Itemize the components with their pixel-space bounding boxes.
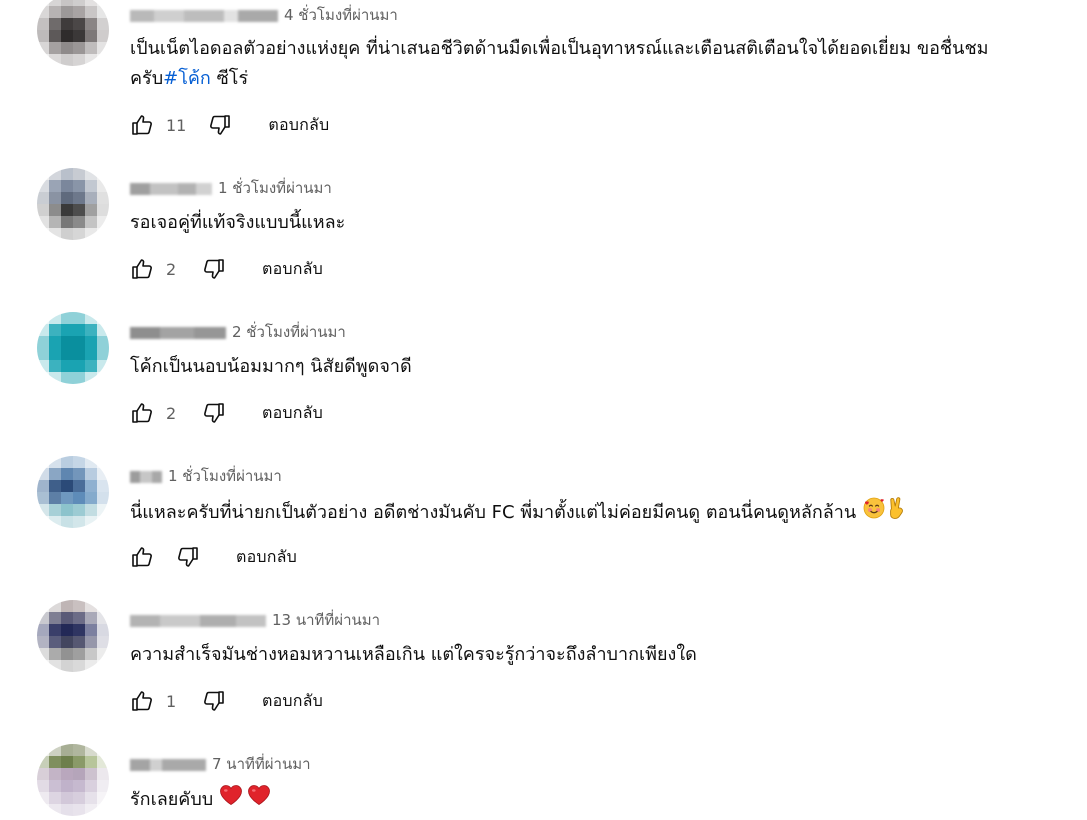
like-button[interactable] <box>130 257 154 281</box>
thumbs-up-icon <box>132 547 152 567</box>
thumbs-down-icon <box>210 115 231 135</box>
comment-actions: 2 ตอบกลับ <box>130 256 323 282</box>
comment-header: 1 ชั่วโมงที่ผ่านมา <box>130 177 332 199</box>
dislike-button[interactable] <box>202 401 226 425</box>
thumbs-down-icon <box>204 403 224 423</box>
thumbs-down-icon <box>204 259 224 279</box>
author-name[interactable] <box>130 9 278 22</box>
comment-timestamp[interactable]: 2 ชั่วโมงที่ผ่านมา <box>232 323 346 341</box>
like-button[interactable] <box>130 401 154 425</box>
avatar[interactable] <box>37 0 109 66</box>
comment-timestamp[interactable]: 4 ชั่วโมงที่ผ่านมา <box>284 6 398 24</box>
author-name[interactable] <box>130 470 162 483</box>
comment-body: รอเจอคู่ที่แท้จริงแบบนี้แหละ <box>130 212 346 233</box>
comment-timestamp[interactable]: 7 นาทีที่ผ่านมา <box>212 755 311 773</box>
comment-actions: 2 ตอบกลับ <box>130 400 323 426</box>
comment-actions: 1 ตอบกลับ <box>130 688 323 714</box>
reply-button[interactable]: ตอบกลับ <box>262 257 323 282</box>
comment-timestamp[interactable]: 1 ชั่วโมงที่ผ่านมา <box>168 467 282 485</box>
reply-button[interactable]: ตอบกลับ <box>236 545 297 570</box>
thumbs-up-icon <box>132 403 152 423</box>
red-heart-icon <box>219 784 243 816</box>
comment-body-end: ซีโร่ <box>210 68 249 89</box>
avatar[interactable] <box>37 456 109 528</box>
thumbs-up-icon <box>132 259 152 279</box>
comment-body: ความสำเร็จมันช่างหอมหวานเหลือเกิน แต่ใคร… <box>130 644 697 665</box>
comment-text: นี่แหละครับที่น่ายกเป็นตัวอย่าง อดีตช่าง… <box>130 496 1050 530</box>
comment-header: 4 ชั่วโมงที่ผ่านมา <box>130 4 398 26</box>
avatar[interactable] <box>37 744 109 816</box>
reply-button[interactable]: ตอบกลับ <box>268 113 329 138</box>
author-name[interactable] <box>130 326 226 339</box>
comment-header: 13 นาทีที่ผ่านมา <box>130 609 380 631</box>
author-name[interactable] <box>130 182 212 195</box>
comment-body: นี่แหละครับที่น่ายกเป็นตัวอย่าง อดีตช่าง… <box>130 502 862 523</box>
comment-header: 2 ชั่วโมงที่ผ่านมา <box>130 321 346 343</box>
reply-button[interactable]: ตอบกลับ <box>262 689 323 714</box>
avatar[interactable] <box>37 312 109 384</box>
avatar[interactable] <box>37 600 109 672</box>
like-count: 2 <box>166 259 177 279</box>
comment-header: 1 ชั่วโมงที่ผ่านมา <box>130 465 282 487</box>
avatar[interactable] <box>37 168 109 240</box>
like-button[interactable] <box>130 689 154 713</box>
thumbs-up-icon <box>132 115 152 135</box>
thumbs-down-icon <box>204 691 224 711</box>
author-name[interactable] <box>130 614 266 627</box>
like-button[interactable] <box>130 545 154 569</box>
comment-timestamp[interactable]: 13 นาทีที่ผ่านมา <box>272 611 380 629</box>
like-count: 2 <box>166 403 177 423</box>
comment-body: โค้กเป็นนอบน้อมมากๆ นิสัยดีพูดจาดี <box>130 356 412 377</box>
comment-text: รอเจอคู่ที่แท้จริงแบบนี้แหละ <box>130 208 1050 238</box>
reply-button[interactable]: ตอบกลับ <box>262 401 323 426</box>
hashtag-link[interactable]: #โค้ก <box>163 68 211 89</box>
thumbs-down-icon <box>178 547 198 567</box>
dislike-button[interactable] <box>202 257 226 281</box>
comment-text: รักเลยคับบ <box>130 784 1050 816</box>
like-count: 1 <box>166 691 177 711</box>
comments-section: 4 ชั่วโมงที่ผ่านมา เป็นเน็ตไอดอลตัวอย่าง… <box>0 0 1087 820</box>
comment-timestamp[interactable]: 1 ชั่วโมงที่ผ่านมา <box>218 179 332 197</box>
like-count: 11 <box>166 115 187 135</box>
comment-header: 7 นาทีที่ผ่านมา <box>130 753 311 775</box>
like-button[interactable] <box>130 113 154 137</box>
comment-text: ความสำเร็จมันช่างหอมหวานเหลือเกิน แต่ใคร… <box>130 640 1050 670</box>
thumbs-up-icon <box>132 691 152 711</box>
comment-text: เป็นเน็ตไอดอลตัวอย่างแห่งยุค ที่น่าเสนอช… <box>130 34 1050 94</box>
comment-body: เป็นเน็ตไอดอลตัวอย่างแห่งยุค ที่น่าเสนอช… <box>130 38 989 89</box>
victory-hand-icon <box>886 496 908 530</box>
comment-actions: ตอบกลับ <box>130 544 297 570</box>
comment-actions: 11 ตอบกลับ <box>130 112 329 138</box>
smiling-face-with-hearts-icon <box>862 496 886 530</box>
dislike-button[interactable] <box>176 545 200 569</box>
comment-body: รักเลยคับบ <box>130 789 219 810</box>
author-name[interactable] <box>130 758 206 771</box>
dislike-button[interactable] <box>208 113 232 137</box>
comment-text: โค้กเป็นนอบน้อมมากๆ นิสัยดีพูดจาดี <box>130 352 1050 382</box>
dislike-button[interactable] <box>202 689 226 713</box>
red-heart-icon <box>247 784 271 816</box>
